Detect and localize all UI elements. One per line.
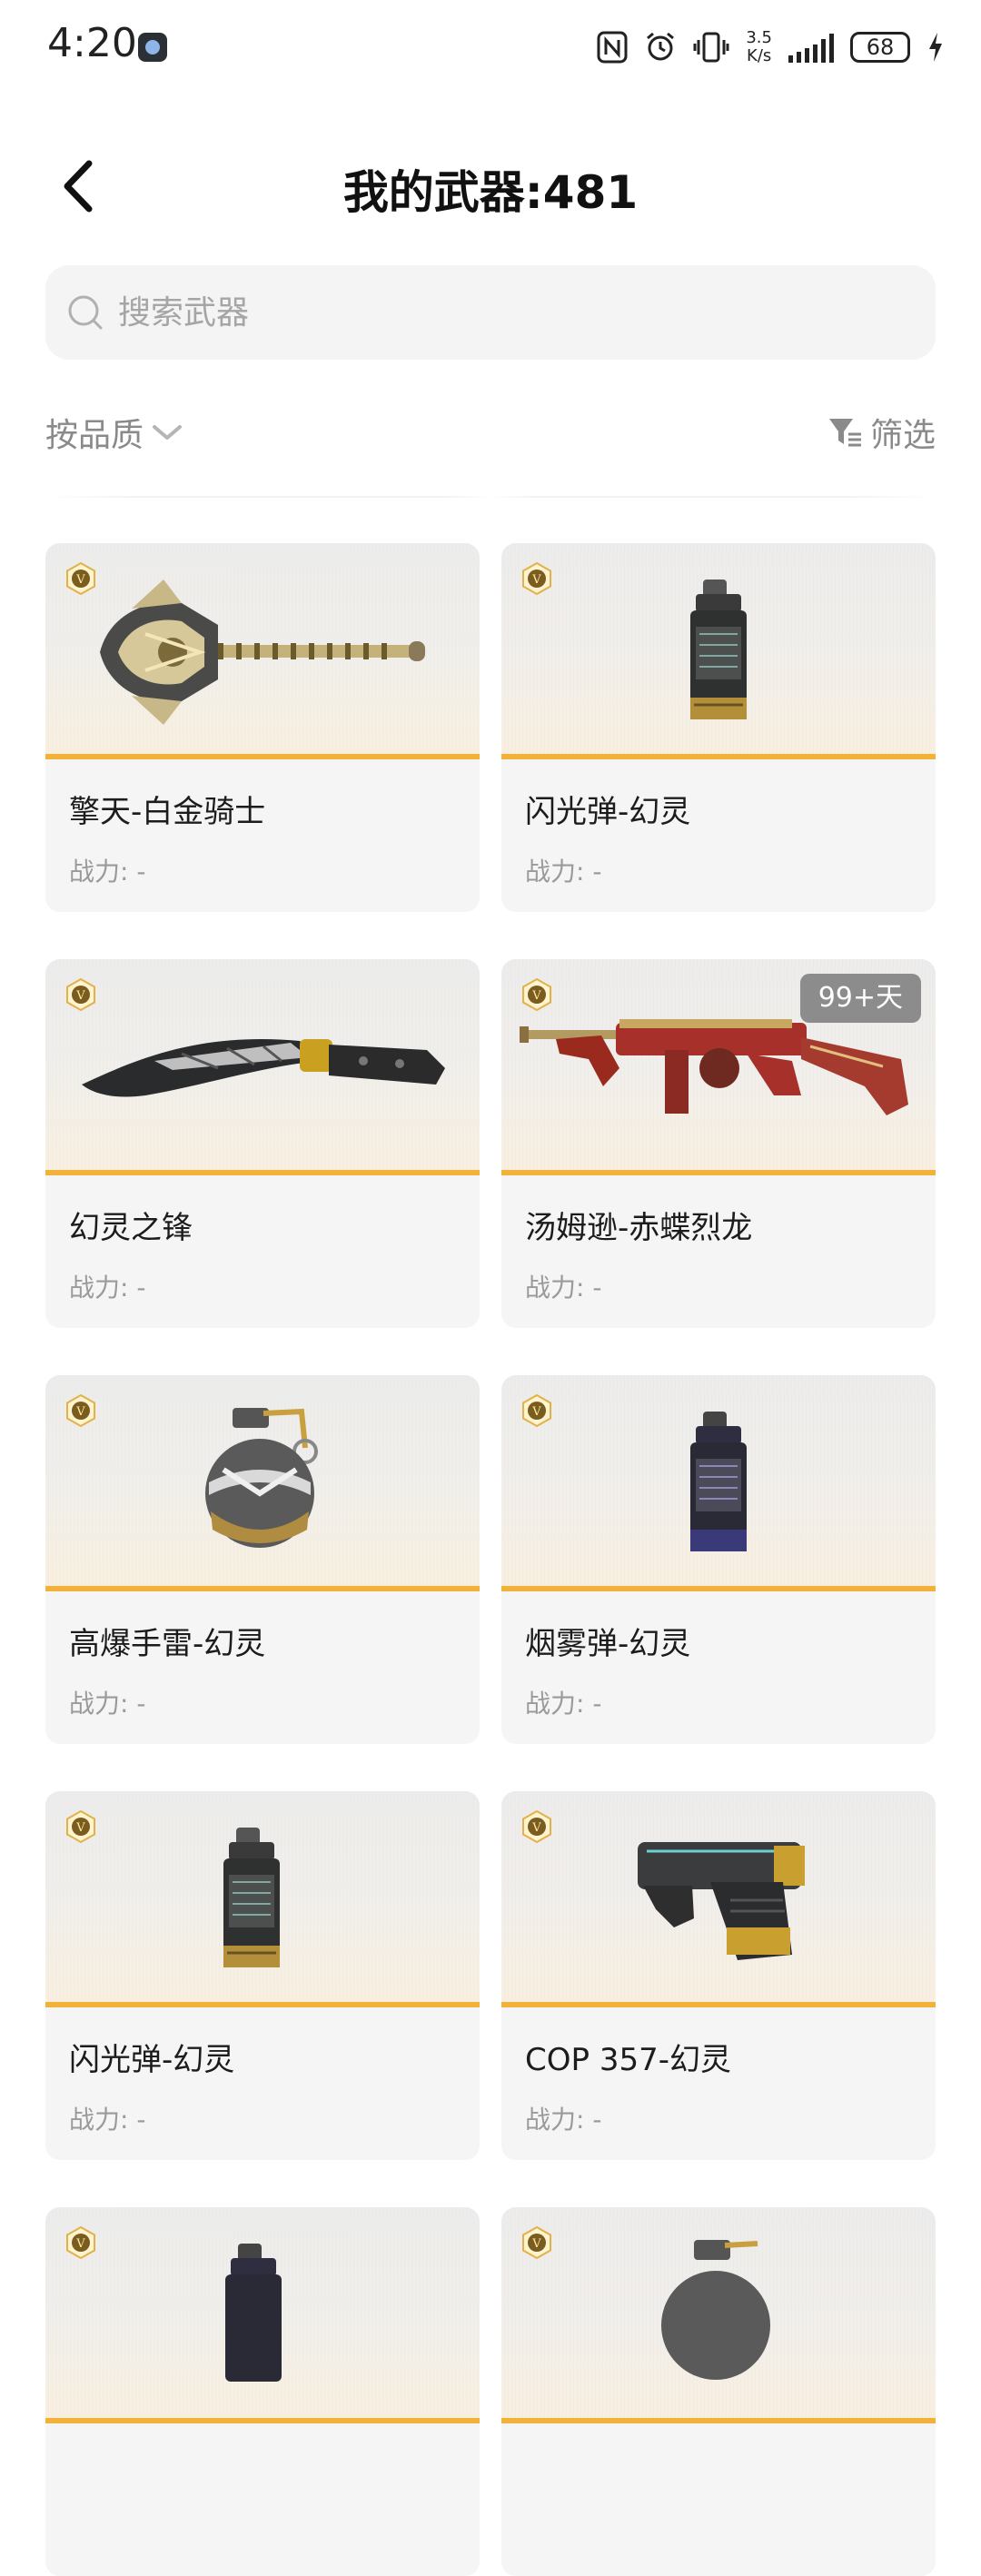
svg-text:V: V — [75, 2237, 85, 2251]
vip-badge-icon: V — [66, 977, 95, 1012]
expiry-badge: 99+天 — [799, 974, 921, 1023]
weapon-image: V — [501, 543, 936, 759]
weapon-name: 烟雾弹-幻灵 — [525, 1626, 691, 1662]
pistol-icon — [638, 1842, 805, 1960]
vip-badge-icon: V — [522, 1393, 551, 1428]
weapon-image: V — [501, 1375, 936, 1591]
weapon-power: 战力: - — [525, 1689, 602, 1719]
weapon-image: V — [45, 2207, 480, 2423]
svg-text:V: V — [531, 2237, 541, 2251]
weapon-power: 战力: - — [525, 1273, 602, 1303]
list-top-divider — [45, 496, 936, 498]
weapon-power: 战力: - — [69, 2105, 146, 2135]
weapon-image: V — [45, 959, 480, 1175]
weapon-name: 幻灵之锋 — [69, 1210, 193, 1246]
weapon-image: V — [45, 543, 480, 759]
smoke-grenade-icon — [690, 1412, 747, 1551]
vip-badge-icon: V — [66, 1809, 95, 1844]
weapon-card[interactable]: V 高爆手雷-幻灵 战力: - — [45, 1375, 480, 1744]
vip-badge-icon: V — [66, 1393, 95, 1428]
svg-text:V: V — [75, 1405, 85, 1419]
status-time: 4:20 — [47, 20, 137, 66]
vip-badge-icon: V — [522, 977, 551, 1012]
sort-label: 按品质 — [45, 417, 144, 454]
vip-badge-icon: V — [66, 2225, 95, 2260]
weapon-image: V — [501, 1791, 936, 2007]
frag-grenade-icon — [661, 2240, 770, 2380]
weapon-name: 高爆手雷-幻灵 — [69, 1626, 266, 1662]
weapon-power: 战力: - — [69, 1273, 146, 1303]
weapon-power: 战力: - — [525, 857, 602, 887]
search-input[interactable] — [116, 292, 936, 332]
weapon-card[interactable]: V 闪光弹-幻灵 战力: - — [45, 1791, 480, 2160]
signal-icon — [788, 32, 834, 63]
vip-badge-icon: V — [522, 1809, 551, 1844]
weapon-grid: V 擎天-白金骑士 战力: - V 闪光弹-幻灵 战力: - V 幻灵之锋 战力… — [45, 543, 936, 2576]
kukri-knife-icon — [82, 1039, 445, 1097]
weapon-card[interactable]: V 幻灵之锋 战力: - — [45, 959, 480, 1328]
weapon-card[interactable]: V COP 357-幻灵 战力: - — [501, 1791, 936, 2160]
smoke-grenade-icon — [225, 2244, 282, 2382]
vip-badge-icon: V — [66, 561, 95, 596]
svg-text:V: V — [75, 989, 85, 1003]
network-speed-unit: K/s — [747, 46, 772, 65]
svg-text:V: V — [531, 1821, 541, 1835]
svg-text:V: V — [75, 573, 85, 587]
weapon-card[interactable]: V 烟雾弹-幻灵 战力: - — [501, 1375, 936, 1744]
weapon-name: 擎天-白金骑士 — [69, 794, 266, 830]
vibrate-icon — [693, 31, 729, 64]
weapon-power: 战力: - — [69, 1689, 146, 1719]
weapon-name: 闪光弹-幻灵 — [525, 794, 691, 830]
network-speed-value: 3.5 — [746, 28, 772, 47]
weapon-card[interactable]: V — [501, 2207, 936, 2576]
search-box[interactable] — [45, 265, 936, 360]
network-speed: 3.5 K/s — [746, 29, 772, 65]
frag-grenade-icon — [205, 1408, 318, 1548]
flashbang-icon — [223, 1828, 280, 1967]
vip-badge-icon: V — [522, 2225, 551, 2260]
chevron-down-icon — [153, 425, 183, 440]
sort-by-quality-dropdown[interactable]: 按品质 — [45, 409, 183, 456]
weapon-image: V — [45, 1791, 480, 2007]
status-icons: 3.5 K/s 68 — [597, 25, 945, 69]
weapon-card[interactable]: V — [45, 2207, 480, 2576]
search-icon — [68, 295, 103, 330]
battery-icon: 68 — [850, 32, 910, 63]
app-notification-icon — [138, 33, 167, 62]
battery-level: 68 — [866, 35, 895, 60]
weapon-power: 战力: - — [69, 857, 146, 887]
weapon-name: 闪光弹-幻灵 — [69, 2042, 235, 2078]
svg-text:V: V — [531, 989, 541, 1003]
svg-text:V: V — [75, 1821, 85, 1835]
filter-icon — [828, 419, 861, 447]
page-title: 我的武器:481 — [342, 166, 639, 219]
weapon-card[interactable]: V 闪光弹-幻灵 战力: - — [501, 543, 936, 912]
charging-icon — [926, 31, 945, 64]
svg-text:V: V — [531, 573, 541, 587]
vip-badge-icon: V — [522, 561, 551, 596]
filter-button[interactable]: 筛选 — [827, 409, 936, 456]
svg-text:V: V — [531, 1405, 541, 1419]
weapon-name: 汤姆逊-赤蝶烈龙 — [525, 1210, 753, 1246]
weapon-power: 战力: - — [525, 2105, 602, 2135]
weapon-image: V — [501, 2207, 936, 2423]
weapon-card[interactable]: 99+天 V 汤姆逊-赤蝶烈龙 战力: - — [501, 959, 936, 1328]
weapon-card[interactable]: V 擎天-白金骑士 战力: - — [45, 543, 480, 912]
flashbang-icon — [690, 580, 747, 719]
weapon-image: V — [45, 1375, 480, 1591]
alarm-icon — [644, 31, 677, 64]
weapon-name: COP 357-幻灵 — [525, 2042, 731, 2078]
nfc-icon — [597, 31, 628, 64]
filter-label: 筛选 — [869, 417, 936, 454]
status-bar: 4:20 3.5 K/s 68 — [0, 0, 981, 91]
shovel-icon — [100, 580, 425, 725]
